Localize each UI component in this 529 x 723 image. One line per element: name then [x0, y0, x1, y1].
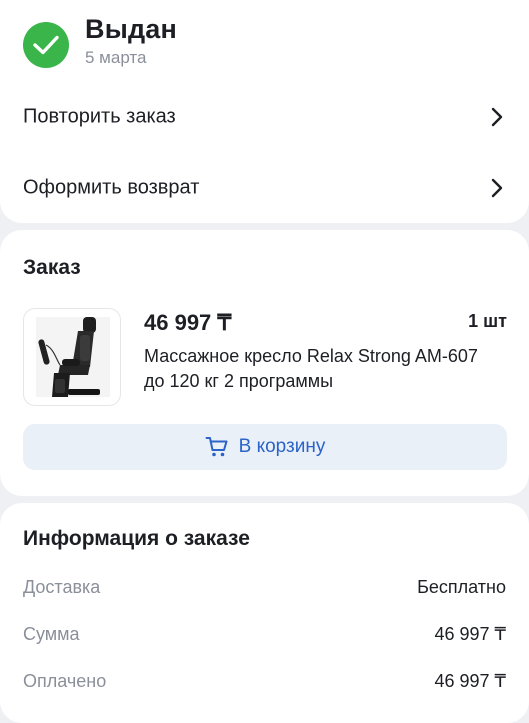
cart-icon: [205, 437, 228, 457]
info-row-sum: Сумма 46 997 ₸: [23, 624, 506, 650]
add-to-cart-label: В корзину: [238, 436, 326, 457]
return-order-label: Оформить возврат: [23, 176, 200, 199]
info-value: 46 997 ₸: [434, 624, 506, 644]
chevron-right-icon: [491, 107, 503, 127]
product-name[interactable]: Массажное кресло Relax Strong AM-607 до …: [144, 344, 494, 394]
order-info-card: Информация о заказе Доставка Бесплатно С…: [0, 503, 529, 723]
info-key: Оплачено: [23, 671, 107, 691]
status-date: 5 марта: [85, 48, 147, 67]
order-info-title: Информация о заказе: [23, 527, 250, 550]
info-value: 46 997 ₸: [434, 671, 506, 691]
product-price: 46 997 ₸: [144, 310, 232, 335]
order-status-card: Выдан 5 марта Повторить заказ Оформить в…: [0, 0, 529, 223]
info-value: Бесплатно: [417, 577, 506, 597]
repeat-order-button[interactable]: Повторить заказ: [0, 89, 529, 145]
product-quantity: 1 шт: [468, 311, 507, 331]
product-image[interactable]: [23, 308, 121, 406]
info-row-delivery: Доставка Бесплатно: [23, 577, 506, 603]
return-order-button[interactable]: Оформить возврат: [0, 160, 529, 216]
repeat-order-label: Повторить заказ: [23, 105, 176, 128]
order-card: Заказ 46 997 ₸ 1 шт Массажное кресло Rel…: [0, 230, 529, 496]
add-to-cart-button[interactable]: В корзину: [23, 424, 507, 470]
chevron-right-icon: [491, 178, 503, 198]
info-key: Доставка: [23, 577, 101, 597]
order-section-title: Заказ: [23, 256, 81, 279]
status-title: Выдан: [85, 14, 178, 44]
info-key: Сумма: [23, 624, 80, 644]
check-circle-icon: [23, 22, 69, 68]
info-row-paid: Оплачено 46 997 ₸: [23, 671, 506, 697]
